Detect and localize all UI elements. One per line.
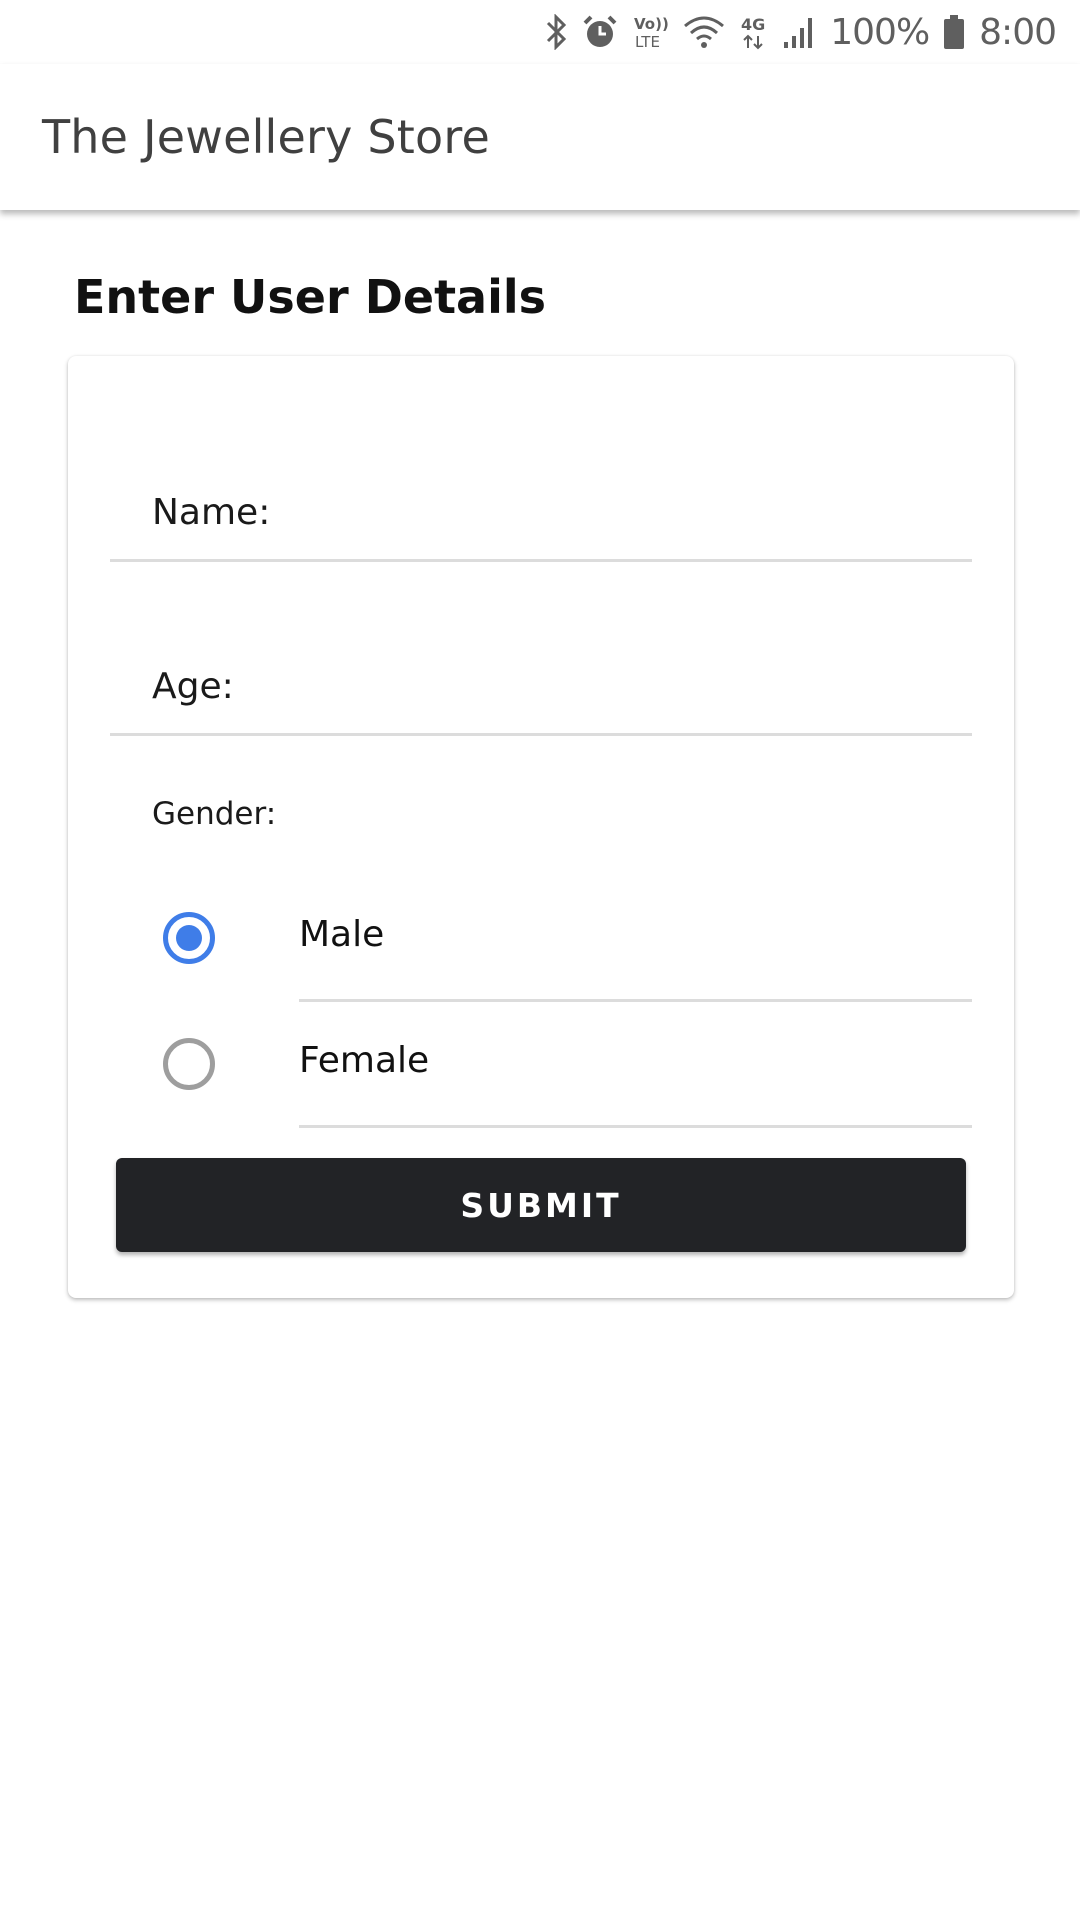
male-radio-button[interactable] — [163, 912, 215, 964]
female-label: Female — [299, 1040, 430, 1081]
svg-text:4G: 4G — [741, 15, 765, 34]
age-field[interactable]: Age: — [110, 640, 972, 736]
name-label: Name: — [152, 492, 271, 533]
app-bar: The Jewellery Store — [0, 64, 1080, 210]
age-input[interactable] — [270, 640, 972, 733]
4g-icon: 4G — [740, 14, 768, 50]
signal-icon — [782, 14, 816, 50]
male-label: Male — [299, 914, 385, 955]
female-radio-button[interactable] — [163, 1038, 215, 1090]
wifi-icon — [682, 14, 726, 50]
bluetooth-icon — [544, 14, 568, 50]
page-title: Enter User Details — [74, 270, 547, 324]
gender-label: Gender: — [152, 796, 277, 832]
radio-option-male[interactable]: Male — [68, 876, 1014, 1002]
svg-text:LTE: LTE — [635, 33, 660, 50]
name-field[interactable]: Name: — [110, 466, 972, 562]
divider — [299, 1125, 972, 1128]
status-bar: Vo)) LTE 4G 100% 8:00 — [0, 0, 1080, 64]
svg-text:Vo)): Vo)) — [634, 15, 668, 33]
name-input[interactable] — [270, 466, 972, 559]
app-title: The Jewellery Store — [42, 110, 490, 164]
clock: 8:00 — [979, 11, 1057, 53]
battery-icon — [943, 14, 965, 50]
volte-icon: Vo)) LTE — [632, 14, 668, 50]
submit-button[interactable]: SUBMIT — [116, 1158, 966, 1252]
battery-percent: 100% — [830, 11, 930, 53]
age-label: Age: — [152, 666, 234, 707]
radio-option-female[interactable]: Female — [68, 1002, 1014, 1128]
alarm-icon — [582, 14, 618, 50]
user-details-card: Name: Age: Gender: Male Female SUBMIT — [68, 356, 1014, 1298]
